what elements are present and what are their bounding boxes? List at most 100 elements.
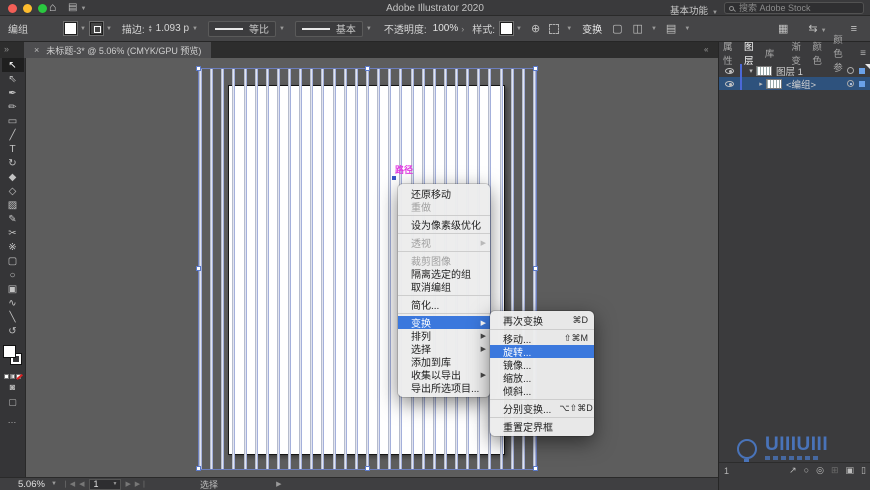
rotate-view-tool[interactable]: ↺ xyxy=(2,324,24,338)
stripe-path[interactable] xyxy=(343,69,347,469)
selection-handle[interactable] xyxy=(196,466,201,471)
stripe-path[interactable] xyxy=(265,69,269,469)
line-segment-tool[interactable]: ╱ xyxy=(2,128,24,142)
stripe-path[interactable] xyxy=(254,69,258,469)
align-icon[interactable]: ◫ xyxy=(633,22,643,35)
chevron-down-icon[interactable]: ▼ xyxy=(51,481,57,487)
scissors-tool[interactable]: ✂ xyxy=(2,226,24,240)
chevron-down-icon[interactable]: ▼ xyxy=(192,26,198,32)
menu-item-export-selection[interactable]: 导出所选项目... xyxy=(398,381,490,395)
selection-handle[interactable] xyxy=(364,466,370,471)
menu-item-ungroup[interactable]: 取消编组 xyxy=(398,280,490,294)
stripe-path[interactable] xyxy=(243,69,247,469)
selection-tool[interactable]: ↖ xyxy=(1,58,24,72)
visibility-eye-icon[interactable] xyxy=(725,67,734,74)
color-chip[interactable] xyxy=(3,374,9,379)
gradient-chip[interactable] xyxy=(9,374,15,379)
stripe-path[interactable] xyxy=(221,69,225,469)
artboard-tool[interactable]: ▣ xyxy=(2,282,24,296)
chevron-down-icon[interactable]: ▼ xyxy=(366,26,372,32)
opacity-value[interactable]: 100% xyxy=(433,23,459,34)
chevron-down-icon[interactable]: ▼ xyxy=(651,26,657,32)
curvature-tool[interactable]: ∿ xyxy=(2,296,24,310)
width-tool[interactable]: ◇ xyxy=(2,184,24,198)
fill-color-swatch[interactable] xyxy=(63,21,78,36)
status-options-icon[interactable]: ▶ xyxy=(276,480,281,488)
panel-tab-属性[interactable]: 属性 xyxy=(723,39,735,67)
symbol-sprayer-tool[interactable]: ※ xyxy=(2,240,24,254)
canvas-area[interactable]: 路径 还原移动 重做 设为像素级优化 透视 ▶ 裁剪图像 隔离选定的组 取消编组 简化... 变换… xyxy=(26,58,718,477)
clipping-mask-icon[interactable]: ◎ xyxy=(816,465,824,476)
selection-handle[interactable] xyxy=(196,266,201,271)
stripe-path[interactable] xyxy=(232,69,236,469)
transform-panel-button[interactable]: 变换 xyxy=(582,21,602,36)
selection-handle[interactable] xyxy=(533,66,538,71)
target-circle-icon[interactable] xyxy=(847,67,854,74)
stripe-path[interactable] xyxy=(388,69,392,469)
stroke-weight-stepper[interactable]: ▲ ▼ xyxy=(148,24,153,33)
eyedropper-tool[interactable]: ✎ xyxy=(2,212,24,226)
screen-mode-icon[interactable]: ▢ xyxy=(2,397,24,409)
visibility-eye-icon[interactable] xyxy=(725,80,734,87)
menu-item-perspective[interactable]: 透视 ▶ xyxy=(398,236,490,250)
chevron-down-icon[interactable]: ▼ xyxy=(684,26,690,32)
tool-expander-icon[interactable]: » xyxy=(4,44,9,54)
stripe-path[interactable] xyxy=(354,69,358,469)
workspace-switcher[interactable]: 基本功能 ▼ xyxy=(670,3,718,17)
selection-handle[interactable] xyxy=(364,66,370,71)
collapse-panels-icon[interactable]: « xyxy=(704,45,708,54)
chevron-right-icon[interactable]: ▸ xyxy=(756,80,766,88)
selection-handle[interactable] xyxy=(196,66,201,71)
submenu-item-transform-again[interactable]: 再次变换 ⌘D xyxy=(490,314,594,328)
selection-handle[interactable] xyxy=(533,266,538,271)
stripe-path[interactable] xyxy=(299,69,303,469)
artboard-navigator[interactable]: 1 ▼ xyxy=(89,478,122,490)
arrange-icon[interactable]: ▤ xyxy=(666,22,676,35)
zoom-level[interactable]: 5.06% xyxy=(18,479,45,490)
target-circle-icon[interactable] xyxy=(847,80,854,87)
chevron-down-icon[interactable]: ▼ xyxy=(80,26,86,32)
stripe-path[interactable] xyxy=(332,69,336,469)
search-input[interactable] xyxy=(739,3,854,13)
stripe-path[interactable] xyxy=(321,69,325,469)
rotate-tool[interactable]: ↻ xyxy=(2,156,24,170)
globe-icon[interactable]: ⊕ xyxy=(531,22,540,35)
paintbrush-tool[interactable]: ✏ xyxy=(2,100,24,114)
layer-name[interactable]: <编组> xyxy=(786,77,847,91)
artboard-number[interactable]: 1 xyxy=(93,479,112,489)
first-artboard-icon[interactable]: ❘◀ ◀ xyxy=(63,480,86,488)
stroke-color-swatch[interactable] xyxy=(88,21,104,36)
menu-item-redo[interactable]: 重做 xyxy=(398,200,490,214)
selection-handle[interactable] xyxy=(533,466,538,471)
none-chip[interactable] xyxy=(15,374,21,379)
type-tool[interactable]: T xyxy=(2,142,24,156)
new-layer-icon[interactable]: ▣ xyxy=(846,465,855,476)
delete-icon[interactable]: ▯ xyxy=(861,465,866,476)
stripe-path[interactable] xyxy=(310,69,314,469)
style-swatch[interactable] xyxy=(499,21,515,36)
fill-swatch[interactable] xyxy=(2,345,16,358)
direct-selection-tool[interactable]: ⇖ xyxy=(2,72,24,86)
edit-toolbar-icon[interactable]: … xyxy=(0,415,25,425)
panel-menu-icon[interactable]: ≡ xyxy=(860,48,866,59)
stock-search-box[interactable] xyxy=(724,2,864,14)
chevron-down-icon[interactable]: ▾ xyxy=(746,67,756,75)
crop-tool[interactable]: ▢ xyxy=(2,254,24,268)
menu-item-make-pixel-perfect[interactable]: 设为像素级优化 xyxy=(398,218,490,232)
document-tab[interactable]: × 未标题-3* @ 5.06% (CMYK/GPU 预览) xyxy=(24,42,212,58)
bounding-box-icon[interactable]: ▢ xyxy=(612,22,622,35)
list-icon[interactable]: ≡ xyxy=(851,23,857,35)
stripe-path[interactable] xyxy=(377,69,381,469)
layer-row[interactable]: ▸ <编组> xyxy=(719,77,870,91)
stripe-path[interactable] xyxy=(276,69,280,469)
layer-name[interactable]: 图层 1 xyxy=(776,64,847,78)
submenu-item-transform-each[interactable]: 分别变换... ⌥⇧⌘D xyxy=(490,402,594,416)
submenu-item-reset-bounding-box[interactable]: 重置定界框 xyxy=(490,420,594,434)
stripe-path[interactable] xyxy=(210,69,214,469)
chevron-down-icon[interactable]: ▼ xyxy=(516,26,522,32)
panel-tab-库[interactable]: 库 xyxy=(765,46,775,60)
gradient-tool[interactable]: ▨ xyxy=(2,198,24,212)
brush-definition-button[interactable]: 基本 xyxy=(294,20,363,37)
marquee-icon[interactable] xyxy=(549,23,560,34)
layer-thumbnail[interactable] xyxy=(756,65,772,76)
